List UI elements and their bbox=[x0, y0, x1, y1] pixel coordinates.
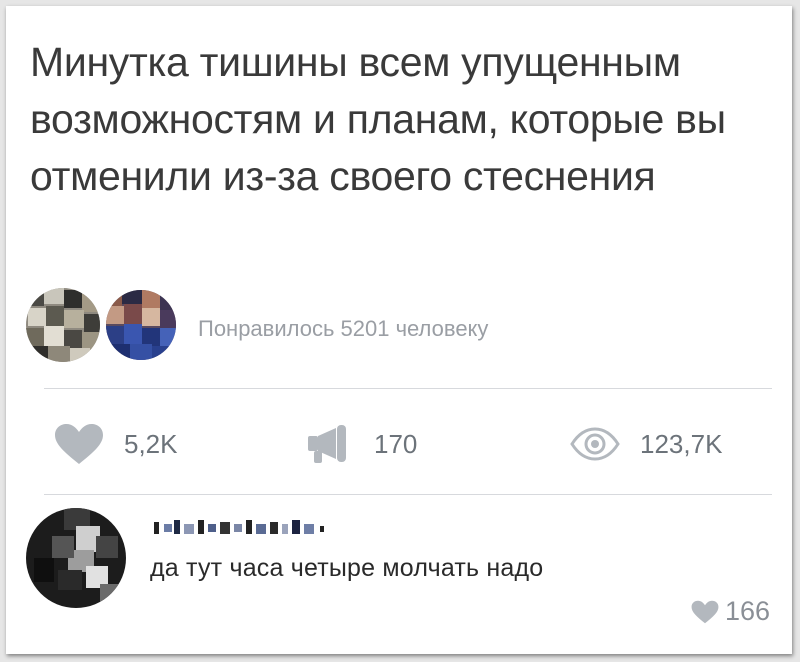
commenter-avatar[interactable] bbox=[24, 506, 128, 610]
liker-avatar[interactable] bbox=[104, 288, 178, 362]
share-button[interactable]: 170 bbox=[306, 424, 417, 464]
divider bbox=[44, 494, 772, 495]
megaphone-icon bbox=[308, 425, 346, 463]
shares-count: 170 bbox=[374, 428, 418, 459]
liker-avatar[interactable] bbox=[24, 286, 102, 364]
likes-count: 5,2K bbox=[124, 428, 178, 459]
comment-likes-count: 166 bbox=[724, 596, 770, 626]
heart-icon bbox=[691, 600, 719, 623]
eye-icon bbox=[570, 427, 620, 461]
divider bbox=[44, 388, 772, 389]
views-indicator: 123,7K bbox=[570, 424, 722, 464]
views-count: 123,7K bbox=[640, 428, 723, 459]
likes-summary[interactable]: Понравилось 5201 человеку bbox=[198, 316, 488, 342]
like-button[interactable]: 5,2K bbox=[54, 424, 178, 464]
commenter-name-pixelated[interactable] bbox=[154, 512, 354, 542]
post-card: Минутка тишины всем упущенным возможност… bbox=[6, 6, 792, 654]
likers-avatars[interactable] bbox=[24, 286, 184, 362]
heart-icon bbox=[55, 424, 103, 464]
post-text: Минутка тишины всем упущенным возможност… bbox=[30, 39, 726, 199]
comment-text: да тут часа четыре молчать надо bbox=[150, 554, 544, 582]
comment-like-button[interactable]: 166 bbox=[691, 596, 770, 627]
